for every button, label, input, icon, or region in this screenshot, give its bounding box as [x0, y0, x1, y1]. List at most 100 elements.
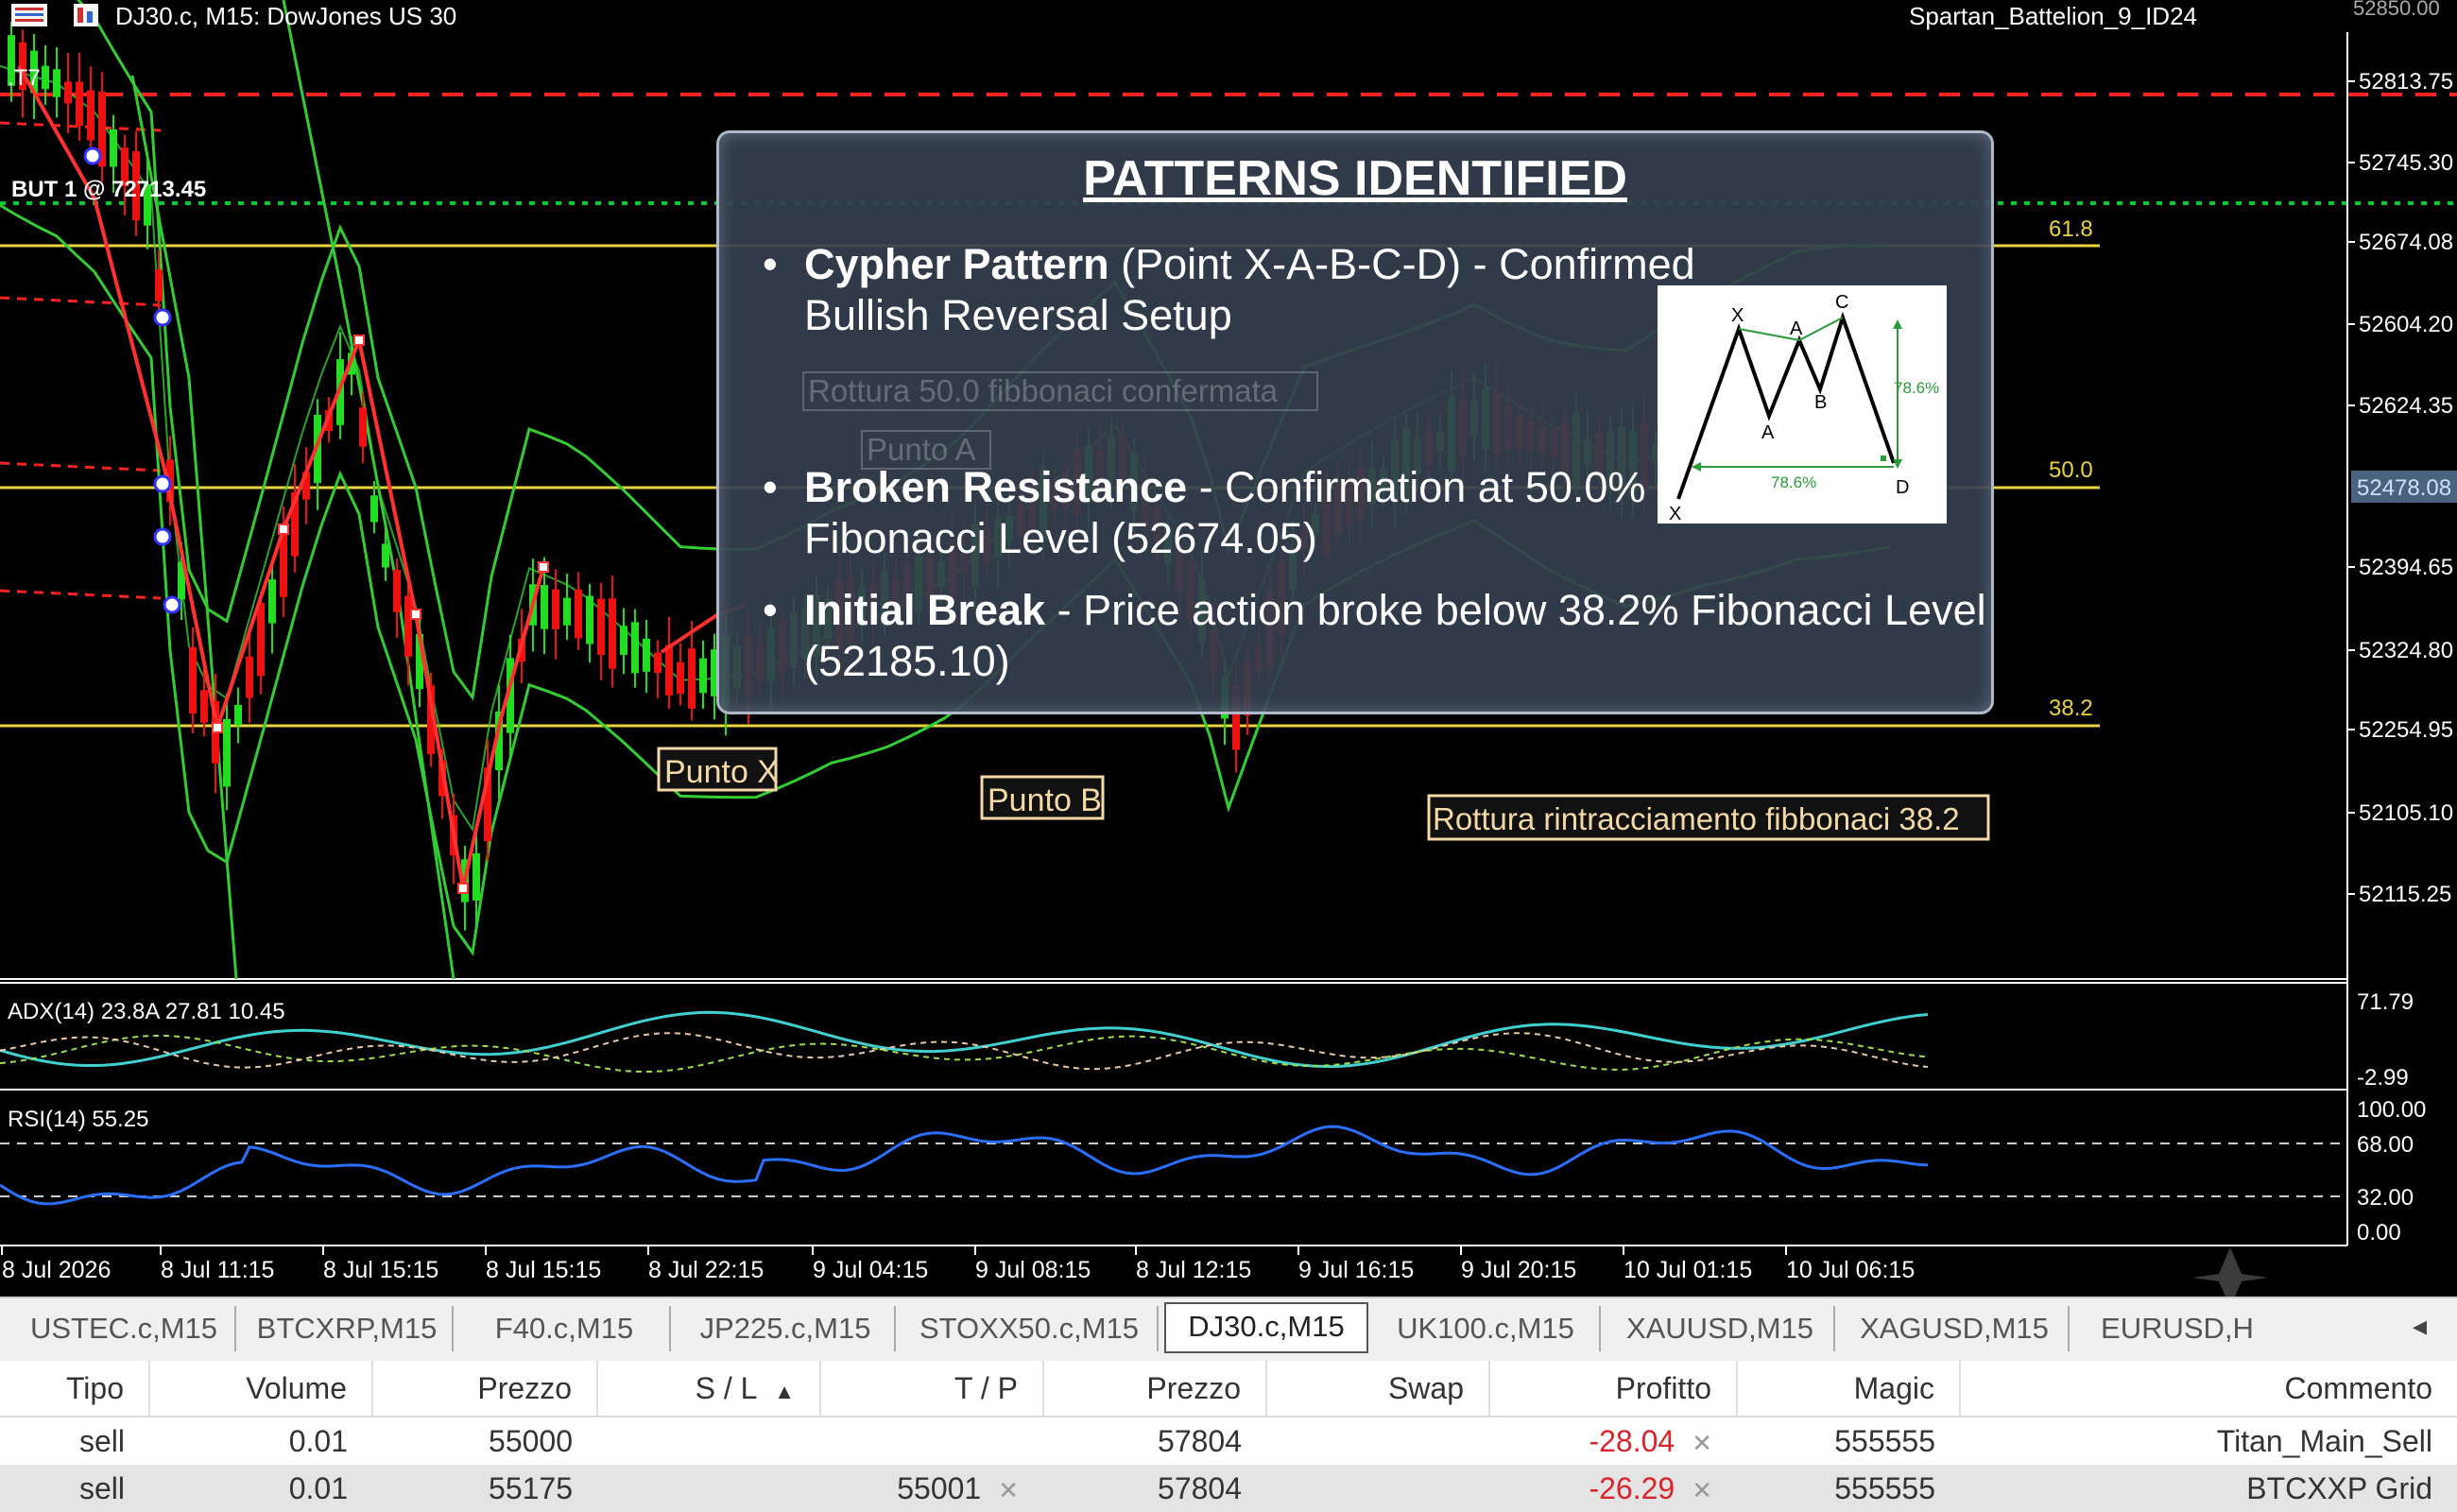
diagram-point-x-top: X [1731, 305, 1744, 326]
price-tick-label: 52394.65 [2359, 555, 2453, 580]
col-prezzo[interactable]: Prezzo [372, 1361, 598, 1418]
col-volume[interactable]: Volume [149, 1361, 373, 1418]
cell-magic: 555555 [1737, 1465, 1960, 1512]
diagram-point-d: D [1896, 477, 1909, 498]
ghost-annotation-punto-a: Punto A [861, 430, 991, 470]
diagram-ratio-horizontal: 78.6% [1771, 473, 1816, 491]
remove-tp-icon[interactable]: ✕ [998, 1476, 1019, 1504]
rsi-scale-100: 100.00 [2357, 1097, 2426, 1123]
annotation-punto-b[interactable]: Punto B [980, 775, 1105, 820]
svg-text:Punto B: Punto B [988, 782, 1102, 818]
chart-title-bar: DJ30.c, M15: DowJones US 30 Spartan_Batt… [0, 0, 2344, 32]
time-tick-label: 9 Jul 20:15 [1461, 1257, 1576, 1283]
trade-table: Tipo Volume Prezzo S / L ▲ T / P Prezzo … [0, 1361, 2457, 1512]
cell-swap [1266, 1465, 1489, 1512]
time-tick-label: 8 Jul 15:15 [323, 1257, 438, 1283]
svg-text:Rottura rintracciamento fibbon: Rottura rintracciamento fibbonaci 38.2 [1433, 801, 1960, 836]
bullet-text: Cypher Pattern (Point X-A-B-C-D) - Confi… [804, 240, 1695, 339]
time-tick-label: 8 Jul 12:15 [1136, 1257, 1251, 1283]
tab-btcxrp[interactable]: BTCXRP,M15 [242, 1306, 454, 1351]
watermark-star-icon [2192, 1247, 2268, 1297]
col-magic[interactable]: Magic [1737, 1361, 1961, 1418]
bullet-dot: • [763, 463, 778, 511]
price-tick-label: 52105.10 [2359, 800, 2453, 826]
col-profitto[interactable]: Profitto [1489, 1361, 1738, 1418]
col-commento[interactable]: Commento [1960, 1361, 2457, 1418]
close-position-icon[interactable]: ✕ [1692, 1476, 1712, 1504]
tab-stoxx50[interactable]: STOXX50.c,M15 [902, 1306, 1159, 1351]
chart-toolbar-icons[interactable] [11, 3, 98, 27]
diagram-ratio-vertical: 78.6% [1894, 379, 1939, 397]
cell-tp[interactable] [820, 1417, 1043, 1465]
fib-label-382: 38.2 [2049, 696, 2093, 721]
cell-volume: 0.01 [149, 1465, 372, 1512]
cell-sl[interactable] [597, 1417, 820, 1465]
adx-label: ADX(14) 23.8A 27.81 10.45 [8, 999, 285, 1024]
table-row[interactable]: sell 0.01 55175 55001 ✕ 57804 -26.29 ✕ 555… [0, 1465, 2457, 1512]
price-tick-label: 52115.25 [2359, 882, 2451, 907]
tab-xagusd[interactable]: XAGUSD,M15 [1841, 1306, 2070, 1351]
chart-symbol-title: DJ30.c, M15: DowJones US 30 [115, 2, 457, 30]
tab-dj30[interactable]: DJ30.c,M15 [1164, 1302, 1368, 1353]
tab-f40[interactable]: F40.c,M15 [459, 1306, 671, 1351]
cell-tipo: sell [0, 1465, 149, 1512]
col-prezzo-current[interactable]: Prezzo [1043, 1361, 1267, 1418]
price-tick-label: 52745.30 [2359, 150, 2453, 176]
tab-eurusd[interactable]: EURUSD,H [2075, 1306, 2279, 1351]
time-tick-label: 8 Jul 15:15 [486, 1257, 601, 1283]
table-row[interactable]: sell 0.01 55000 57804 -28.04 ✕ 555555 Tit… [0, 1417, 2457, 1465]
close-position-icon[interactable]: ✕ [1692, 1429, 1712, 1457]
time-tick-label: 9 Jul 08:15 [975, 1257, 1091, 1283]
diagram-point-x-low: X [1669, 504, 1681, 524]
rsi-scale-68: 68.00 [2357, 1132, 2414, 1158]
cell-magic: 555555 [1834, 1423, 1935, 1458]
col-tipo[interactable]: Tipo [0, 1361, 150, 1418]
rsi-scale-32: 32.00 [2357, 1185, 2414, 1211]
tab-ustec[interactable]: USTEC.c,M15 [13, 1306, 236, 1351]
time-tick-label: 8 Jul 11:15 [161, 1257, 274, 1283]
ghost-annotation-rottura-50: Rottura 50.0 fibbonaci confermata [802, 371, 1318, 411]
cell-prezzo-current: 57804 [1043, 1465, 1266, 1512]
adx-lines [0, 1010, 1929, 1074]
col-tp[interactable]: T / P [820, 1361, 1044, 1418]
bullet-dot: • [763, 586, 778, 634]
col-sl[interactable]: S / L ▲ [597, 1361, 821, 1418]
time-scale[interactable]: 8 Jul 2026 8 Jul 11:15 8 Jul 15:15 8 Jul 15… [1, 1246, 1915, 1283]
panel-title: PATTERNS IDENTIFIED [1083, 151, 1627, 206]
cell-profitto: -26.29 ✕ [1489, 1465, 1737, 1512]
time-tick-label: 10 Jul 06:15 [1786, 1257, 1915, 1283]
rsi-scale-0: 0.00 [2357, 1220, 2401, 1246]
diagram-point-b: B [1814, 392, 1827, 413]
label-t7: .T7 [8, 65, 41, 91]
price-tick-label: 52624.35 [2359, 393, 2453, 419]
price-tick-label: 52324.80 [2359, 638, 2453, 663]
cell-tipo: sell [78, 1423, 125, 1458]
tabs-scroll-left-icon[interactable]: ◂ [2413, 1310, 2427, 1343]
fib-label-618: 61.8 [2049, 216, 2093, 242]
cell-swap [1266, 1417, 1489, 1465]
cell-prezzo-current: 57804 [1158, 1423, 1242, 1458]
annotation-punto-x[interactable]: Punto X [657, 747, 779, 792]
cell-prezzo: 55175 [372, 1465, 597, 1512]
cell-commento: BTCXXP Grid [1960, 1465, 2457, 1512]
current-price-label: 52478.08 [2357, 475, 2451, 501]
cell-tp[interactable]: 55001 ✕ [820, 1465, 1043, 1512]
adx-scale-min: -2.99 [2357, 1065, 2409, 1091]
bullet-dot: • [763, 240, 778, 288]
price-tick-label: 52254.95 [2359, 717, 2453, 743]
tab-uk100[interactable]: UK100.c,M15 [1372, 1306, 1601, 1351]
symbol-tabs-bar: USTEC.c,M15 BTCXRP,M15 F40.c,M15 JP225.c… [0, 1297, 2457, 1363]
cell-volume: 0.01 [288, 1423, 348, 1458]
price-tick-label: 52604.20 [2359, 312, 2453, 337]
table-header-row: Tipo Volume Prezzo S / L ▲ T / P Prezzo … [0, 1361, 2457, 1418]
col-swap[interactable]: Swap [1266, 1361, 1490, 1418]
diagram-point-c: C [1835, 292, 1848, 313]
price-tick-label: 52813.75 [2359, 69, 2453, 94]
label-buy-order[interactable]: BUT 1 @ 72713.45 [11, 177, 206, 202]
cell-sl[interactable] [597, 1465, 820, 1512]
tab-xauusd[interactable]: XAUUSD,M15 [1606, 1306, 1835, 1351]
annotation-rottura-382[interactable]: Rottura rintracciamento fibbonaci 38.2 [1427, 794, 1990, 841]
time-tick-label: 8 Jul 2026 [2, 1257, 111, 1283]
tab-jp225[interactable]: JP225.c,M15 [677, 1306, 896, 1351]
cell-commento: Titan_Main_Sell [2216, 1423, 2432, 1458]
